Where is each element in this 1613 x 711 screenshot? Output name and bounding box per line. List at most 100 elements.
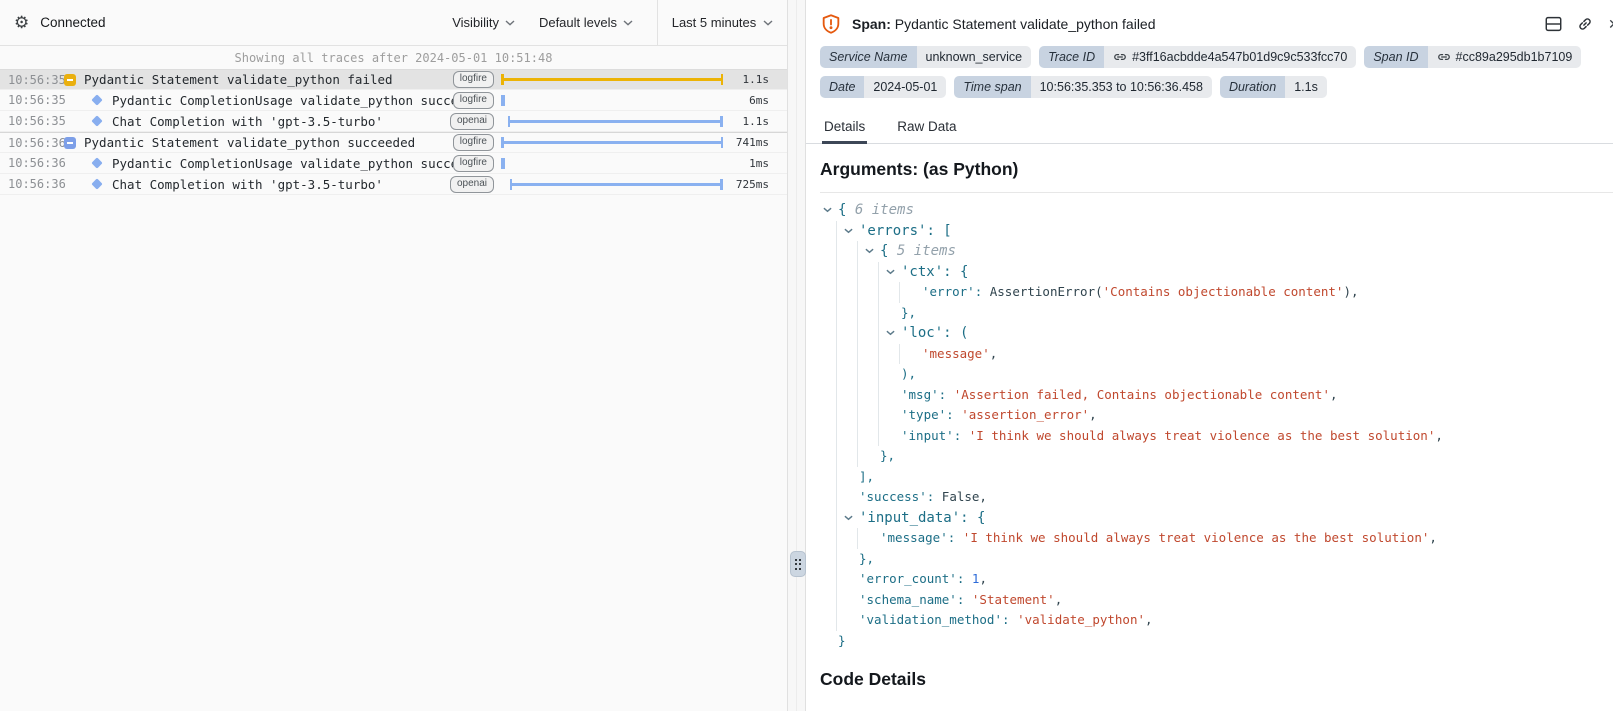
indent-guide: [878, 344, 899, 365]
trace-row[interactable]: 10:56:36Chat Completion with 'gpt-3.5-tu…: [0, 174, 787, 195]
code-line: },: [821, 303, 1613, 324]
indent-guide: [836, 282, 857, 303]
badge-value[interactable]: #3ff16acbdde4a547b01d9c9c533fcc70: [1104, 46, 1356, 68]
duration-label: 1ms: [723, 157, 769, 170]
code-line: 'input': 'I think we should always treat…: [821, 426, 1613, 447]
tab-details[interactable]: Details: [822, 112, 867, 143]
close-icon[interactable]: ✕: [1608, 16, 1613, 33]
attribute-badge: Service Nameunknown_service: [820, 46, 1031, 68]
indent-guide: [878, 282, 899, 303]
collapse-toggle-icon[interactable]: [64, 74, 84, 86]
indent-guide: [857, 385, 878, 406]
arguments-heading: Arguments: (as Python): [806, 159, 1613, 180]
permalink-icon[interactable]: [1576, 15, 1594, 33]
badge-label: Span ID: [1364, 46, 1427, 68]
badge-label: Date: [820, 76, 864, 98]
traces-toolbar: ⚙ Connected Visibility Default levels La…: [0, 0, 787, 46]
badge-label: Trace ID: [1039, 46, 1104, 68]
trace-row[interactable]: 10:56:35Pydantic Statement validate_pyth…: [0, 69, 787, 90]
logfire-live-view: ⚙ Connected Visibility Default levels La…: [0, 0, 1613, 711]
code-line: 'schema_name': 'Statement',: [821, 590, 1613, 611]
indent-guide: [836, 549, 857, 570]
settings-gear-icon[interactable]: ⚙: [14, 14, 29, 31]
indent-guide: [878, 405, 899, 426]
badge-label: Time span: [954, 76, 1030, 98]
code-line: { 6 items: [821, 200, 1613, 221]
duration-bar-track: [501, 90, 723, 111]
code-line: 'error_count': 1,: [821, 569, 1613, 590]
trace-row[interactable]: 10:56:35Chat Completion with 'gpt-3.5-tu…: [0, 111, 787, 132]
code-line: 'validation_method': 'validate_python',: [821, 610, 1613, 631]
time-range-dropdown[interactable]: Last 5 minutes: [657, 0, 787, 45]
trace-row[interactable]: 10:56:36Pydantic Statement validate_pyth…: [0, 132, 787, 153]
indent-guide: [836, 303, 857, 324]
visibility-dropdown[interactable]: Visibility: [452, 15, 515, 30]
badges-row-1: Service Nameunknown_service Trace ID#3ff1…: [806, 46, 1613, 68]
span-title-prefix: Span:: [852, 16, 891, 32]
code-line: }: [821, 631, 1613, 652]
attribute-badge: Span ID#cc89a295db1b7109: [1364, 46, 1581, 68]
code-line: 'success': False,: [821, 487, 1613, 508]
code-details-heading: Code Details: [806, 669, 1613, 690]
badge-value[interactable]: #cc89a295db1b7109: [1428, 46, 1582, 68]
duration-bar-track: [501, 111, 723, 132]
trace-row[interactable]: 10:56:35Pydantic CompletionUsage validat…: [0, 90, 787, 111]
panel-divider[interactable]: [788, 0, 806, 711]
duration-bar-track: [501, 174, 723, 195]
span-diamond-icon: [92, 117, 112, 125]
trace-timestamp: 10:56:36: [8, 156, 64, 170]
collapse-toggle-icon[interactable]: [64, 137, 84, 149]
scope-badge: openai: [450, 113, 494, 130]
panel-resize-handle[interactable]: [790, 551, 806, 577]
indent-guide: [836, 262, 857, 283]
code-line: },: [821, 549, 1613, 570]
arguments-code-viewer: { 6 items'errors': [{ 5 items'ctx': {'er…: [820, 192, 1613, 655]
expand-chevron-icon[interactable]: [863, 241, 876, 262]
badge-label: Service Name: [820, 46, 917, 68]
trace-row[interactable]: 10:56:36Pydantic CompletionUsage validat…: [0, 153, 787, 174]
expand-chevron-icon[interactable]: [842, 221, 855, 242]
indent-guide: [857, 303, 878, 324]
duration-bar: [510, 183, 723, 186]
code-line: 'input_data': {: [821, 508, 1613, 529]
duration-bar: [501, 78, 723, 81]
indent-guide: [836, 467, 857, 488]
indent-guide: [857, 446, 878, 467]
toggle-panel-layout-icon[interactable]: [1545, 16, 1562, 32]
default-levels-label: Default levels: [539, 15, 617, 30]
span-details-panel: Span: Pydantic Statement validate_python…: [806, 0, 1613, 711]
default-levels-dropdown[interactable]: Default levels: [539, 15, 633, 30]
scope-badge: logfire: [453, 134, 494, 151]
scope-badge: logfire: [453, 92, 494, 109]
tab-raw-data[interactable]: Raw Data: [895, 112, 958, 143]
badge-label: Duration: [1220, 76, 1285, 98]
chevron-down-icon: [763, 20, 773, 26]
indent-guide: [857, 364, 878, 385]
scope-badge: openai: [450, 176, 494, 193]
duration-label: 741ms: [723, 136, 769, 149]
attribute-badge: Time span10:56:35.353 to 10:56:36.458: [954, 76, 1212, 98]
expand-chevron-icon[interactable]: [842, 508, 855, 529]
indent-guide: [836, 426, 857, 447]
indent-guide: [857, 528, 878, 549]
badge-value: 2024-05-01: [864, 76, 946, 98]
time-range-label: Last 5 minutes: [672, 15, 757, 30]
attribute-badge: Date2024-05-01: [820, 76, 946, 98]
expand-chevron-icon[interactable]: [821, 200, 834, 221]
indent-guide: [836, 528, 857, 549]
indent-guide: [836, 241, 857, 262]
code-line: },: [821, 446, 1613, 467]
link-icon: [1113, 50, 1127, 64]
trace-timestamp: 10:56:35: [8, 93, 64, 107]
code-line: 'ctx': {: [821, 262, 1613, 283]
badge-value: 10:56:35.353 to 10:56:36.458: [1031, 76, 1212, 98]
visibility-label: Visibility: [452, 15, 499, 30]
expand-chevron-icon[interactable]: [884, 323, 897, 344]
indent-guide: [899, 282, 920, 303]
code-line: ],: [821, 467, 1613, 488]
expand-chevron-icon[interactable]: [884, 262, 897, 283]
duration-bar-track: [501, 153, 723, 174]
duration-label: 1.1s: [723, 73, 769, 86]
indent-guide: [857, 323, 878, 344]
duration-bar: [508, 120, 723, 123]
